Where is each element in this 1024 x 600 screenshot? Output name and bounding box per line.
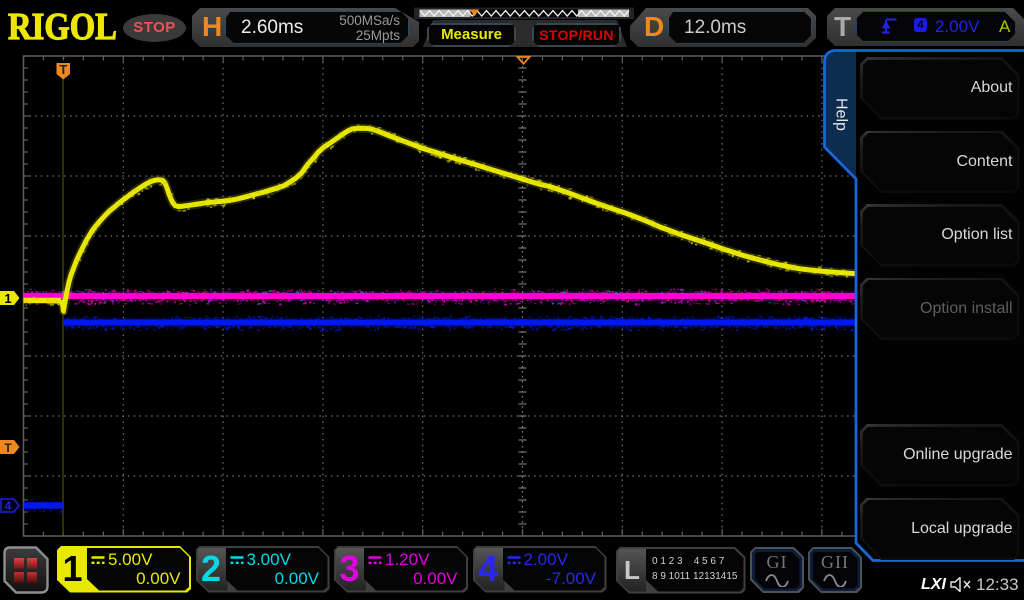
svg-text:T: T bbox=[4, 441, 12, 455]
svg-text:1: 1 bbox=[4, 291, 11, 306]
svg-text:4: 4 bbox=[5, 499, 12, 513]
svg-text:T: T bbox=[59, 62, 67, 77]
